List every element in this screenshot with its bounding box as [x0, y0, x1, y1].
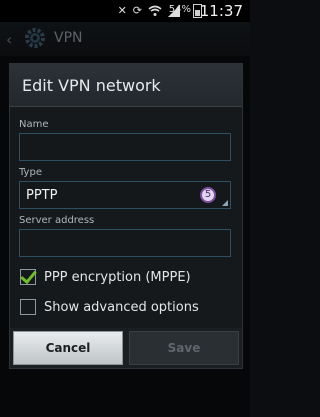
mute-icon: ✕ — [117, 4, 127, 17]
type-value: PPTP — [26, 188, 58, 203]
save-button[interactable]: Save — [129, 331, 239, 365]
server-address-field[interactable] — [19, 229, 231, 257]
step-badge: 5 — [200, 187, 216, 203]
name-field[interactable] — [19, 133, 231, 161]
checkmark-icon — [20, 266, 37, 285]
dialog-title: Edit VPN network — [22, 76, 161, 95]
advanced-options-row[interactable]: Show advanced options — [20, 299, 199, 315]
sync-icon: ⟳ — [132, 4, 142, 17]
advanced-options-label: Show advanced options — [44, 299, 199, 315]
dialog-buttons: Cancel Save — [10, 328, 242, 368]
wifi-icon — [148, 5, 162, 16]
battery-percent: 54% — [168, 4, 191, 15]
ppp-encryption-label: PPP encryption (MPPE) — [44, 269, 191, 285]
cancel-button[interactable]: Cancel — [13, 331, 123, 365]
dropdown-corner-icon — [222, 200, 228, 206]
name-label: Name — [19, 119, 49, 130]
ppp-encryption-row[interactable]: PPP encryption (MPPE) — [20, 266, 191, 285]
dialog-header: Edit VPN network — [10, 64, 242, 107]
status-bar: ✕ ⟳ 54% 11:37 — [0, 0, 250, 22]
ppp-encryption-checkbox[interactable] — [20, 266, 37, 285]
clock: 11:37 — [199, 2, 243, 20]
type-dropdown[interactable]: PPTP 5 — [19, 181, 231, 209]
edit-vpn-dialog: Edit VPN network Name Type PPTP 5 Server… — [9, 63, 243, 369]
advanced-options-checkbox[interactable] — [20, 299, 36, 315]
server-label: Server address — [19, 215, 95, 226]
type-label: Type — [19, 167, 42, 178]
